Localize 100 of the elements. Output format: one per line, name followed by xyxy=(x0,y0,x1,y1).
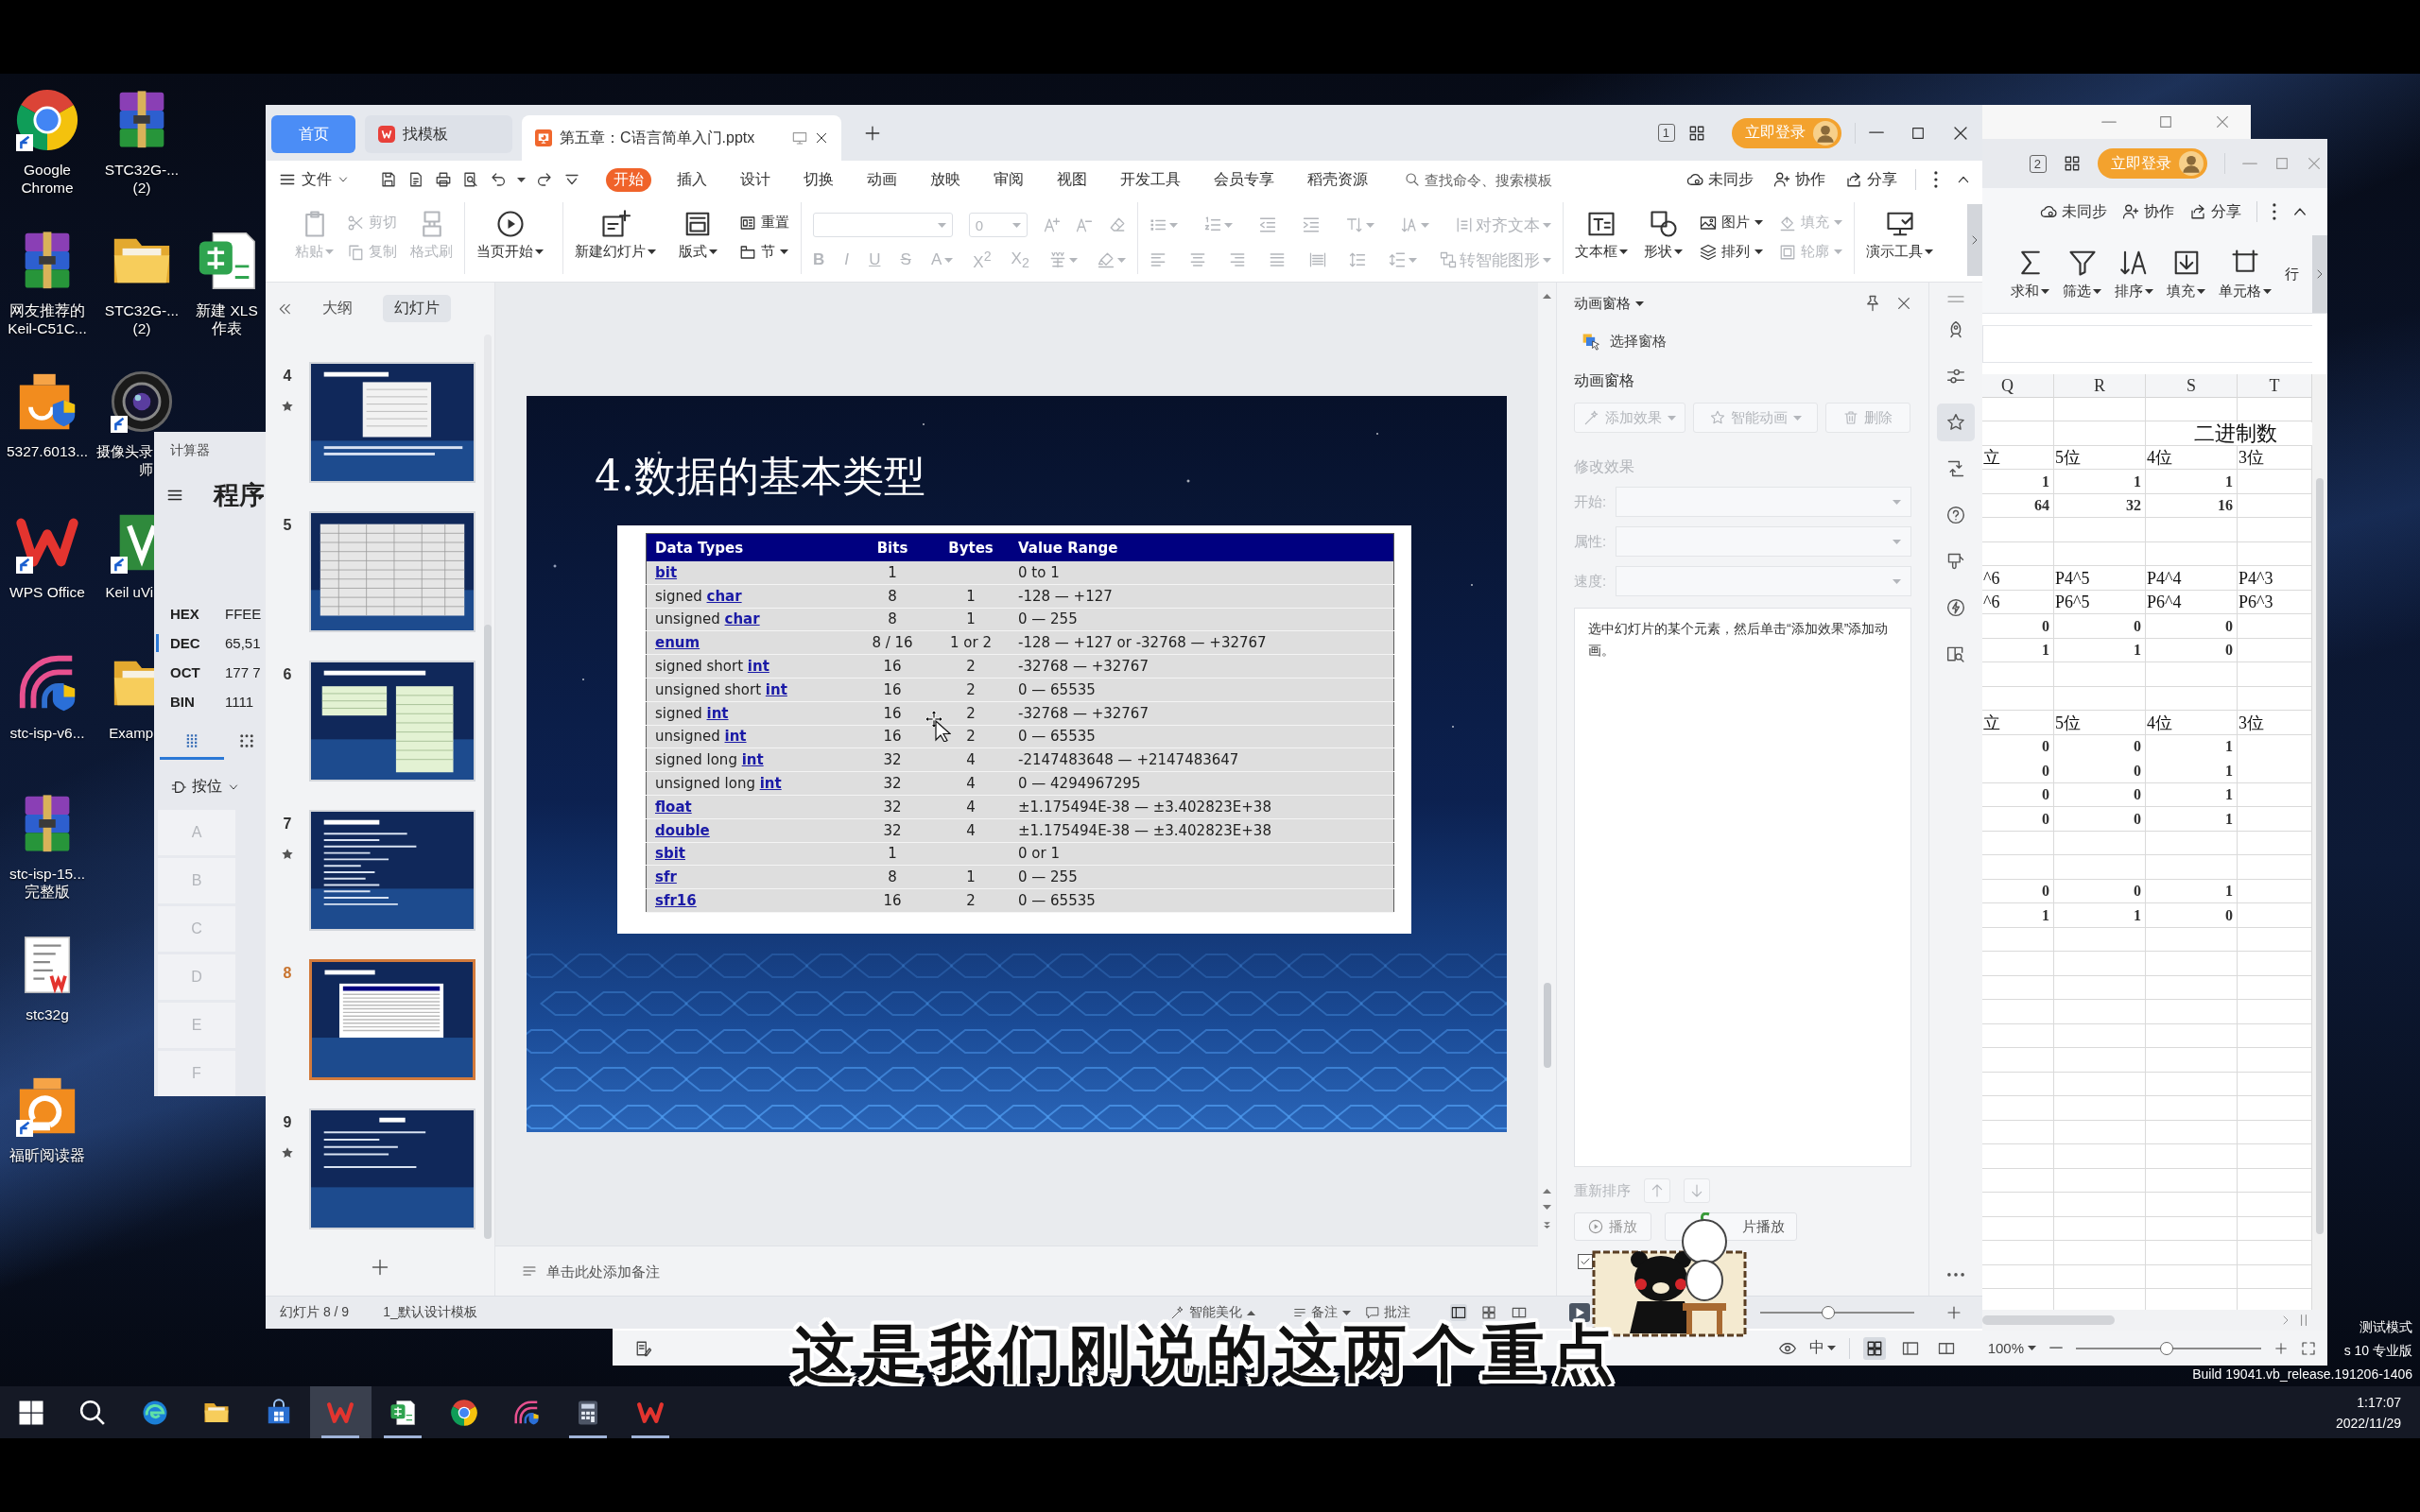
desktop-icon-label[interactable]: stc32g xyxy=(26,1005,69,1023)
notes-field[interactable]: 单击此处添加备注 xyxy=(546,1263,688,1280)
type-link[interactable]: enum xyxy=(655,634,700,652)
ribbon-button[interactable]: 筛选 xyxy=(2063,235,2101,313)
toolbar-button[interactable]: 未同步 xyxy=(2040,201,2108,222)
window-tab[interactable]: 找模板 xyxy=(365,115,512,153)
close-icon[interactable] xyxy=(815,131,828,145)
toolbar-button[interactable]: 分享 xyxy=(1845,169,1898,190)
scrollbar-thumb[interactable] xyxy=(2316,478,2324,1234)
vertical-scrollbar[interactable] xyxy=(484,335,492,1239)
redo-icon[interactable] xyxy=(536,171,553,188)
formula-bar-field[interactable] xyxy=(1982,325,2312,363)
desktop-icon-label[interactable]: 5327.6013... xyxy=(6,442,89,460)
toolbar-button[interactable]: 协作 xyxy=(2122,201,2175,222)
plus-icon[interactable] xyxy=(371,1258,389,1277)
more-vertical-icon[interactable] xyxy=(1934,171,1938,188)
pane-menu-button[interactable]: 动画窗格 xyxy=(1574,294,1644,313)
pin-icon[interactable] xyxy=(1864,295,1881,312)
more-horizontal-icon[interactable] xyxy=(1947,1273,1964,1277)
ribbon-tab[interactable]: 视图 xyxy=(1049,167,1095,192)
more-vertical-icon[interactable] xyxy=(2273,203,2276,220)
vertical-scrollbar[interactable] xyxy=(1538,283,1556,1296)
window-layout-button[interactable]: 2 xyxy=(2029,154,2047,173)
save-icon[interactable] xyxy=(380,171,397,188)
ribbon-tab[interactable]: 会员专享 xyxy=(1206,167,1282,192)
caret-up-icon[interactable] xyxy=(1543,1189,1551,1194)
desktop-icon-label[interactable]: stc-isp-v6... xyxy=(9,724,85,742)
split-handle-icon[interactable] xyxy=(2301,1314,2307,1326)
ribbon-tab[interactable]: 切换 xyxy=(796,167,841,192)
type-link[interactable]: sbit xyxy=(655,845,685,863)
ribbon-button[interactable]: 节 xyxy=(739,243,789,261)
toolbar-button[interactable]: 分享 xyxy=(2189,201,2242,222)
input-mode-button[interactable]: 中 xyxy=(1808,1338,1836,1358)
double-caret-icon[interactable] xyxy=(1543,1221,1551,1229)
type-link[interactable]: float xyxy=(655,798,692,816)
number-base-label[interactable]: BIN xyxy=(170,694,225,710)
type-link[interactable]: sfr16 xyxy=(655,892,697,910)
panel-tab[interactable]: 大纲 xyxy=(311,295,364,322)
ribbon-tab[interactable]: 稻壳资源 xyxy=(1300,167,1375,192)
ribbon-button[interactable]: 单元格 xyxy=(2219,235,2272,313)
ribbon-button[interactable]: 图片 xyxy=(1699,214,1763,232)
vertical-scrollbar[interactable] xyxy=(2312,374,2327,1310)
ribbon-button[interactable]: 形状 xyxy=(1644,210,1684,261)
number-base-label[interactable]: HEX xyxy=(170,606,225,622)
desktop-icon-label[interactable]: Google Chrome xyxy=(21,161,74,197)
caret-up-icon[interactable] xyxy=(1543,294,1551,299)
type-link[interactable]: int xyxy=(706,704,729,722)
slideshow-play-button[interactable] xyxy=(1569,1303,1590,1322)
view-button[interactable] xyxy=(1450,1304,1467,1321)
toolbar-button[interactable]: 协作 xyxy=(1773,169,1826,190)
type-link[interactable]: int xyxy=(724,728,747,746)
ribbon-tab[interactable]: 开发工具 xyxy=(1113,167,1188,192)
edit-mode-icon[interactable] xyxy=(635,1339,652,1357)
ribbon-button[interactable]: 填充 xyxy=(2167,235,2205,313)
print-icon[interactable] xyxy=(435,171,452,188)
zoom-percent-button[interactable]: 100% xyxy=(1987,1340,2036,1356)
plus-icon[interactable] xyxy=(864,124,881,142)
type-link[interactable]: sfr xyxy=(655,868,677,886)
template-name[interactable]: 1_默认设计模板 xyxy=(383,1304,477,1321)
browser-icon[interactable] xyxy=(14,87,80,153)
desktop-icon-label[interactable]: STC32G-... (2) xyxy=(104,301,180,337)
number-base-label[interactable]: DEC xyxy=(170,635,225,651)
monitor-icon[interactable] xyxy=(792,130,807,146)
scrollbar-thumb[interactable] xyxy=(1982,1315,2115,1325)
close-icon[interactable] xyxy=(1896,296,1911,311)
desktop-icon-label[interactable]: 新建 XLS 作表 xyxy=(196,301,258,337)
ribbon-button[interactable]: 版式 xyxy=(678,210,717,261)
slider-thumb[interactable] xyxy=(2160,1341,2174,1355)
type-link[interactable]: int xyxy=(741,751,764,769)
caret-icon[interactable] xyxy=(517,177,526,182)
type-link[interactable]: char xyxy=(706,587,742,605)
minimize-icon[interactable] xyxy=(1869,131,1884,134)
ribbon-button[interactable]: 演示工具 xyxy=(1866,210,1933,261)
window-grid-icon[interactable] xyxy=(2064,155,2081,172)
undo-icon[interactable] xyxy=(490,171,507,188)
horizontal-scrollbar[interactable] xyxy=(1982,1310,2327,1331)
comments-button[interactable]: 批注 xyxy=(1366,1304,1410,1321)
export-icon[interactable] xyxy=(407,171,424,188)
panel-tab[interactable]: 幻灯片 xyxy=(383,295,451,322)
type-link[interactable]: int xyxy=(759,775,782,793)
type-link[interactable]: bit xyxy=(655,563,678,581)
ribbon-button[interactable]: 行 xyxy=(2285,235,2299,313)
command-search-field[interactable]: 查找命令、搜索模板 xyxy=(1405,171,1566,188)
desktop-icon-label[interactable]: 福昕阅读器 xyxy=(9,1146,85,1164)
type-link[interactable]: char xyxy=(724,610,760,628)
maximize-icon[interactable] xyxy=(1910,125,1926,141)
minus-icon[interactable] xyxy=(2049,1347,2063,1349)
desktop-icon-label[interactable]: stc-isp-15... 完整版 xyxy=(9,865,86,901)
ribbon-tab[interactable]: 设计 xyxy=(733,167,778,192)
window-tab[interactable]: 第五章：C语言简单入门.pptx xyxy=(522,115,841,161)
view-button[interactable] xyxy=(1480,1304,1497,1321)
desktop-icon-label[interactable]: STC32G-... (2) xyxy=(104,161,180,197)
ribbon-button[interactable]: 文本框 xyxy=(1575,210,1628,261)
ribbon-tab[interactable]: 动画 xyxy=(859,167,905,192)
ribbon-tab[interactable]: 插入 xyxy=(669,167,715,192)
window-grid-icon[interactable] xyxy=(1688,124,1705,142)
type-link[interactable]: double xyxy=(655,821,710,839)
file-menu-button[interactable]: 文件 xyxy=(279,169,349,190)
selection-pane-button[interactable]: 选择窗格 xyxy=(1582,332,1911,351)
type-link[interactable]: int xyxy=(747,658,769,676)
